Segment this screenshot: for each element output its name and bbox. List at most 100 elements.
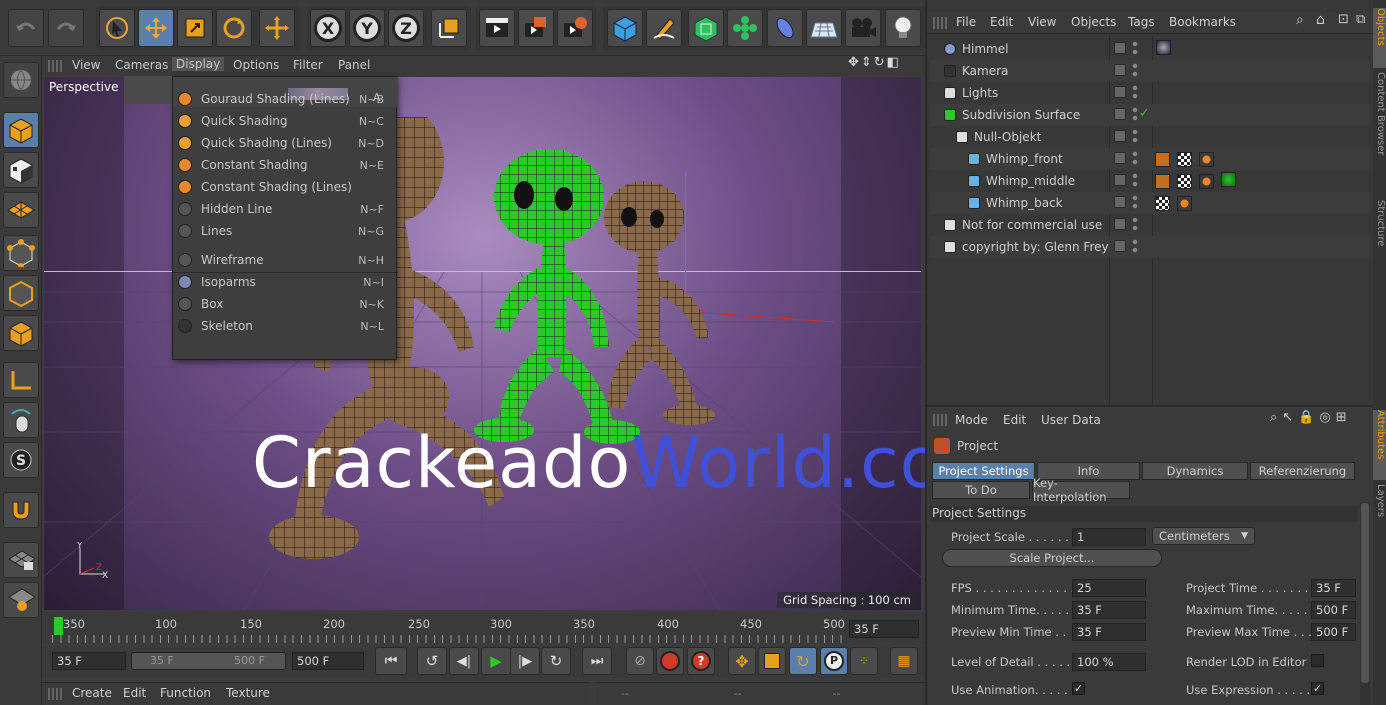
attribute-menu-mode[interactable]: Mode xyxy=(955,413,988,427)
visibility-toggle[interactable] xyxy=(1114,240,1126,252)
redo-icon[interactable] xyxy=(48,9,84,47)
point-mode-icon[interactable] xyxy=(3,235,39,271)
use-animation-checkbox[interactable]: ✓ xyxy=(1072,682,1085,695)
tab-todo[interactable]: To Do xyxy=(932,481,1030,499)
workplane-mode-icon[interactable] xyxy=(3,192,39,228)
editor-render-dots[interactable] xyxy=(1132,172,1138,188)
rotate-icon[interactable] xyxy=(216,9,252,47)
display-menu-item[interactable]: Wireframe N~H xyxy=(173,249,398,271)
prev-key-icon[interactable]: ↺ xyxy=(417,647,447,675)
viewport-menu-filter[interactable]: Filter xyxy=(293,58,323,72)
material-tag-icon[interactable] xyxy=(1156,40,1171,55)
viewport-menu-cameras[interactable]: Cameras xyxy=(115,58,168,72)
uvw-tag-icon[interactable] xyxy=(1155,196,1170,211)
side-tab-structure[interactable]: Structure xyxy=(1373,200,1386,270)
object-row[interactable]: Whimp_back xyxy=(930,192,1370,214)
magnet-icon[interactable] xyxy=(3,492,39,528)
go-to-start-icon[interactable]: ⏮ xyxy=(375,647,407,675)
render-settings-icon[interactable] xyxy=(557,9,593,47)
visibility-toggle[interactable] xyxy=(1114,108,1126,120)
object-row[interactable]: Lights xyxy=(930,82,1370,104)
preview-max-time-field[interactable]: 500 F xyxy=(1311,623,1356,641)
next-key-icon[interactable]: ↻ xyxy=(541,647,571,675)
make-editable-icon[interactable] xyxy=(3,62,39,98)
editor-render-dots[interactable] xyxy=(1132,194,1138,210)
display-menu-item[interactable]: Box N~K xyxy=(173,293,398,315)
display-menu-item[interactable]: Quick Shading (Lines) N~D xyxy=(173,132,398,154)
render-lod-checkbox[interactable] xyxy=(1311,654,1324,667)
material-tag-icon[interactable] xyxy=(1221,172,1236,187)
start-frame-field[interactable]: 35 F xyxy=(52,652,126,670)
display-menu-item[interactable]: Constant Shading N~E xyxy=(173,154,398,176)
object-row[interactable]: Subdivision Surface xyxy=(930,104,1370,126)
object-menu-bookmarks[interactable]: Bookmarks xyxy=(1169,15,1236,29)
material-menu-create[interactable]: Create xyxy=(72,686,112,700)
visibility-toggle[interactable] xyxy=(1114,130,1126,142)
light-icon[interactable] xyxy=(885,9,921,47)
selection-tag-icon[interactable] xyxy=(1177,196,1192,211)
viewport-menu-view[interactable]: View xyxy=(72,58,100,72)
visibility-toggle[interactable] xyxy=(1114,174,1126,186)
move-icon[interactable] xyxy=(138,9,174,47)
add-icon[interactable] xyxy=(259,9,295,47)
display-menu-item[interactable]: Quick Shading N~C xyxy=(173,110,398,132)
timeline-current-frame[interactable]: 35 F xyxy=(849,620,919,638)
display-menu-item[interactable]: Isoparms N~I xyxy=(173,271,398,293)
mograph-icon[interactable] xyxy=(727,9,763,47)
visibility-toggle[interactable] xyxy=(1114,64,1126,76)
project-time-field[interactable]: 35 F xyxy=(1311,579,1356,597)
editor-render-dots[interactable] xyxy=(1132,128,1138,144)
coordinate-system-icon[interactable] xyxy=(431,9,467,47)
object-row[interactable]: Himmel xyxy=(930,38,1370,60)
editor-render-dots[interactable] xyxy=(1132,216,1138,232)
object-menu-edit[interactable]: Edit xyxy=(990,15,1013,29)
uvw-tag-icon[interactable] xyxy=(1177,152,1192,167)
side-tab-attributes[interactable]: Attributes xyxy=(1373,410,1386,480)
viewport-menu-options[interactable]: Options xyxy=(233,58,279,72)
tweak-mode-icon[interactable] xyxy=(3,402,39,438)
cube-icon[interactable] xyxy=(607,9,643,47)
scale-project-button[interactable]: Scale Project... xyxy=(942,549,1162,567)
tab-dynamics[interactable]: Dynamics xyxy=(1142,462,1248,480)
object-row[interactable]: Kamera xyxy=(930,60,1370,82)
key-pla-icon[interactable]: ⁘ xyxy=(850,647,878,675)
key-rotation-icon[interactable]: ↻ xyxy=(789,647,817,675)
pen-icon[interactable] xyxy=(646,9,682,47)
object-menu-view[interactable]: View xyxy=(1028,15,1056,29)
viewport-menu-panel[interactable]: Panel xyxy=(338,58,370,72)
prev-frame-icon[interactable]: ◀| xyxy=(449,647,479,675)
display-menu-item[interactable]: Skeleton N~L xyxy=(173,315,398,337)
display-menu-item[interactable]: Hidden Line N~F xyxy=(173,198,398,220)
object-home-icon[interactable]: ⌂ xyxy=(1316,12,1325,28)
object-menu-objects[interactable]: Objects xyxy=(1071,15,1116,29)
material-menu-function[interactable]: Function xyxy=(160,686,211,700)
autokey-icon[interactable]: ? xyxy=(687,647,715,675)
viewport-menu-display[interactable]: Display xyxy=(172,57,225,71)
object-row[interactable]: copyright by: Glenn Frey xyxy=(930,236,1370,258)
object-row[interactable]: Not for commercial use xyxy=(930,214,1370,236)
key-parameter-icon[interactable]: P xyxy=(820,647,848,675)
fps-field[interactable]: 25 xyxy=(1072,579,1146,597)
edge-mode-icon[interactable] xyxy=(3,275,39,311)
selection-tag-icon[interactable] xyxy=(1199,152,1214,167)
visibility-toggle[interactable] xyxy=(1114,152,1126,164)
object-search-icon[interactable]: ⌕ xyxy=(1296,12,1304,28)
editor-render-dots[interactable] xyxy=(1132,238,1138,254)
use-expression-checkbox[interactable]: ✓ xyxy=(1311,682,1324,695)
project-scale-unit-dropdown[interactable]: Centimeters ▼ xyxy=(1152,527,1255,545)
viewport-nav-icons[interactable]: ✥⇕↻◧ xyxy=(848,55,920,73)
attribute-nav-icons[interactable]: ⌕↖🔒◎⊞ xyxy=(1270,410,1352,425)
display-menu-item[interactable]: Lines N~G xyxy=(173,220,398,242)
y-axis-icon[interactable]: Y xyxy=(349,9,385,47)
level-of-detail-field[interactable]: 100 % xyxy=(1072,653,1146,671)
range-slider[interactable]: 35 F 500 F xyxy=(131,652,286,670)
attribute-menu-userdata[interactable]: User Data xyxy=(1041,413,1101,427)
model-mode-icon[interactable] xyxy=(3,112,39,148)
scale-icon[interactable] xyxy=(177,9,213,47)
z-axis-icon[interactable]: Z xyxy=(388,9,424,47)
material-menu-edit[interactable]: Edit xyxy=(123,686,146,700)
attribute-scrollbar[interactable] xyxy=(1360,502,1370,705)
display-menu-item[interactable]: Gouraud Shading (Lines) N~B xyxy=(173,88,398,110)
play-icon[interactable]: ▶ xyxy=(481,647,511,675)
timeline-scheme-icon[interactable]: ▦ xyxy=(890,647,918,675)
